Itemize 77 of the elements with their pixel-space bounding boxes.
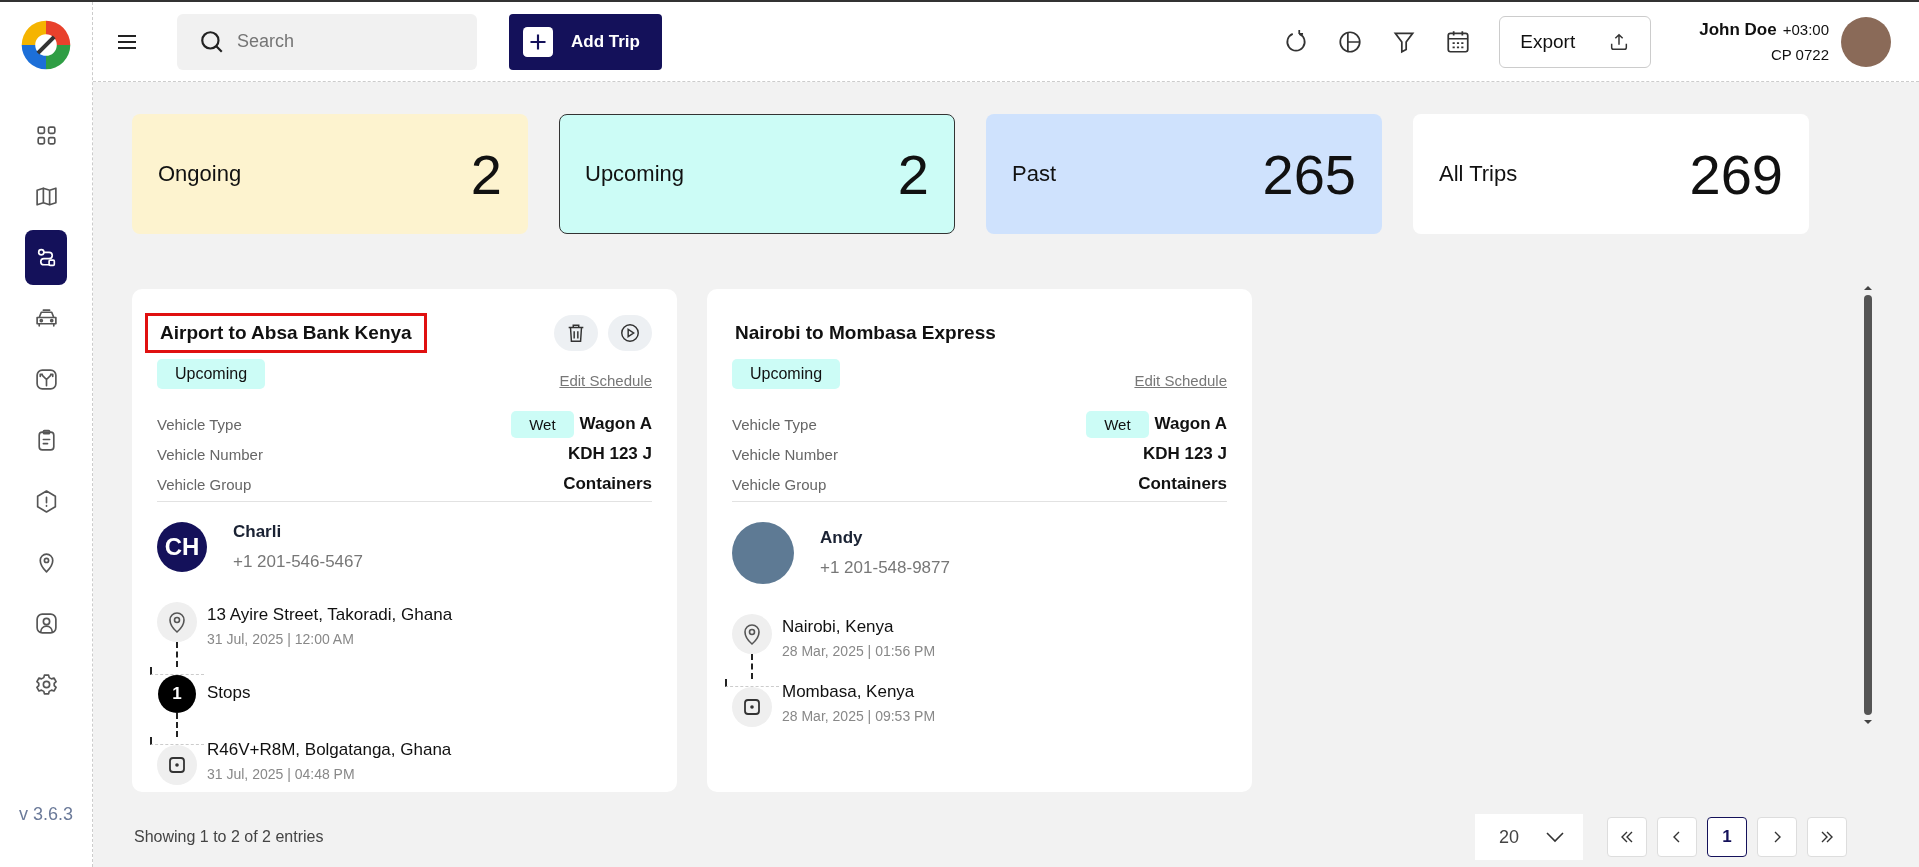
app-version: v 3.6.3 — [18, 804, 73, 825]
nav-route-item[interactable] — [25, 230, 67, 285]
play-button[interactable] — [608, 315, 652, 351]
user-icon — [33, 611, 59, 636]
driver-initials-avatar: CH — [157, 522, 207, 572]
detail-value: Containers — [1138, 474, 1227, 494]
scroll-up-icon[interactable] — [1863, 285, 1873, 291]
columns-icon[interactable] — [1337, 28, 1364, 55]
driver-name: Andy — [820, 528, 864, 548]
location-pin-icon — [157, 602, 197, 642]
detail-label: Vehicle Type — [732, 415, 817, 433]
destination-icon — [157, 745, 197, 785]
destination-icon — [732, 687, 772, 727]
driver-name: Charli — [233, 522, 283, 542]
avatar-photo-placeholder[interactable] — [1841, 16, 1891, 67]
route-place: Mombasa, Kenya — [782, 682, 916, 702]
trip-title: Airport to Absa Bank Kenya — [145, 313, 427, 353]
logo-icon — [19, 18, 73, 72]
play-icon — [619, 322, 641, 344]
stat-card[interactable]: Upcoming 2 — [559, 114, 955, 234]
plus-icon — [523, 26, 553, 57]
route-place: R46V+R8M, Bolgatanga, Ghana — [207, 740, 452, 760]
menu-icon[interactable] — [117, 33, 137, 50]
route-place: 13 Ayire Street, Takoradi, Ghana — [207, 605, 453, 625]
calendar-icon[interactable] — [1445, 28, 1472, 55]
status-tag: Upcoming — [157, 359, 266, 389]
scroll-down-icon[interactable] — [1863, 719, 1873, 725]
vehicle-tag: Wet — [1086, 410, 1149, 438]
chevron-down-icon — [1545, 831, 1565, 843]
edit-schedule-link[interactable]: Edit Schedule — [559, 372, 652, 389]
driver-phone: +1 201-548-9877 — [820, 558, 950, 578]
entries-summary: Showing 1 to 2 of 2 entries — [134, 828, 324, 846]
search-field[interactable]: Search — [177, 13, 477, 70]
map-icon — [33, 184, 59, 209]
search-icon — [199, 28, 225, 55]
search-input[interactable]: Search — [235, 30, 439, 53]
user-name: John Doe — [1699, 20, 1777, 40]
add-trip-button[interactable]: Add Trip — [509, 13, 662, 70]
detail-value: KDH 123 J — [1142, 444, 1227, 464]
delete-button[interactable] — [554, 315, 598, 351]
trip-title: Nairobi to Mombasa Express — [734, 321, 997, 345]
detail-value: Containers — [563, 474, 652, 494]
per-page-select[interactable]: 20 — [1475, 814, 1583, 860]
route-place: Nairobi, Kenya — [782, 617, 895, 637]
detail-value: Wagon A — [579, 414, 652, 434]
edit-schedule-link[interactable]: Edit Schedule — [1134, 372, 1227, 389]
double-chevron-left-icon — [1619, 829, 1635, 845]
detail-label: Vehicle Group — [157, 475, 252, 493]
detail-label: Vehicle Number — [732, 445, 838, 463]
gear-icon — [33, 672, 59, 697]
double-chevron-right-icon — [1819, 829, 1835, 845]
user-code: CP 0722 — [1770, 46, 1829, 63]
page-button[interactable]: 1 — [1707, 817, 1747, 857]
route-time: 28 Mar, 2025 | 09:53 PM — [782, 708, 936, 724]
fork-icon — [33, 367, 59, 392]
detail-label: Vehicle Number — [157, 445, 263, 463]
last-page-button[interactable] — [1807, 817, 1847, 857]
scrollbar-thumb[interactable] — [1864, 295, 1872, 715]
driver-phone: +1 201-546-5467 — [233, 552, 363, 572]
export-button[interactable]: Export — [1499, 15, 1652, 68]
route-place: Stops — [207, 683, 251, 703]
route-time: 31 Jul, 2025 | 12:00 AM — [207, 631, 355, 647]
route-time: 31 Jul, 2025 | 04:48 PM — [207, 766, 356, 782]
user-timezone: +03:00 — [1782, 21, 1829, 38]
route-time: 28 Mar, 2025 | 01:56 PM — [782, 643, 936, 659]
location-pin-icon — [732, 614, 772, 654]
detail-label: Vehicle Group — [732, 475, 827, 493]
detail-value: Wagon A — [1154, 414, 1227, 434]
first-page-button[interactable] — [1607, 817, 1647, 857]
vehicle-tag: Wet — [511, 410, 574, 438]
detail-value: KDH 123 J — [567, 444, 652, 464]
stat-card[interactable]: Ongoing 2 — [132, 114, 528, 234]
stop-count-badge: 1 — [158, 675, 196, 713]
status-tag: Upcoming — [732, 359, 841, 389]
stat-card[interactable]: Past 265 — [986, 114, 1382, 234]
stat-card[interactable]: All Trips 269 — [1413, 114, 1809, 234]
detail-label: Vehicle Type — [157, 415, 242, 433]
